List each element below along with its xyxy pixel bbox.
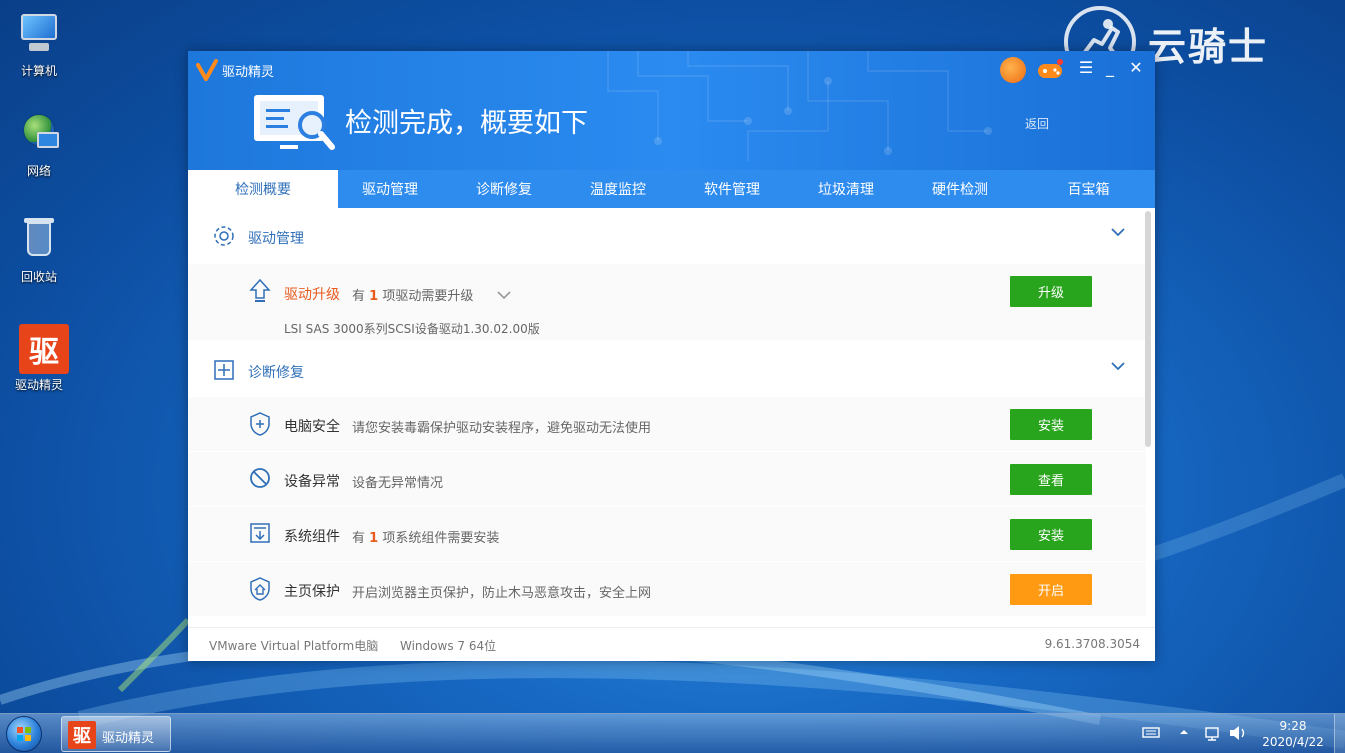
desc-suffix: 项系统组件需要安装	[382, 531, 500, 546]
desktop-icon-label: 网络	[26, 164, 51, 178]
tab-overview[interactable]: 检测概要	[188, 170, 338, 208]
desktop-icon-network[interactable]: 网络	[8, 110, 70, 179]
tab-bar: 检测概要 驱动管理 诊断修复 温度监控 软件管理 垃圾清理 硬件检测 百宝箱	[188, 170, 1155, 208]
desc-suffix: 项驱动需要升级	[382, 289, 474, 304]
desktop-icon-driver-genius[interactable]: 驱 驱动精灵	[8, 324, 70, 393]
desc-prefix: 有	[352, 531, 366, 546]
driver-detail: LSI SAS 3000系列SCSI设备驱动1.30.02.00版	[284, 322, 540, 336]
prohibited-icon	[248, 466, 272, 494]
clock-time: 9:28	[1279, 719, 1307, 733]
page-title: 检测完成，概要如下	[345, 108, 588, 139]
start-button-icon[interactable]	[6, 716, 42, 752]
pc-security-row: 电脑安全 请您安装毒霸保护驱动安装程序，避免驱动无法使用 安装	[188, 397, 1146, 451]
desktop-icon-computer[interactable]: 计算机	[8, 10, 70, 79]
driver-genius-window: 驱动精灵 ☰ _ ✕ 检测完成，概要如下 返回 检测概要 驱动管理 诊断修复 温…	[188, 51, 1155, 661]
device-anomaly-row: 设备异常 设备无异常情况 查看	[188, 452, 1146, 506]
tab-hardware[interactable]: 硬件检测	[898, 170, 1022, 208]
clock-date: 2020/4/22	[1262, 735, 1324, 749]
window-header: 驱动精灵 ☰ _ ✕ 检测完成，概要如下 返回	[188, 51, 1155, 170]
view-button[interactable]: 查看	[1010, 464, 1092, 495]
expand-chevron-icon[interactable]	[496, 286, 512, 305]
install-security-button[interactable]: 安装	[1010, 409, 1092, 440]
taskbar-item-driver-genius[interactable]: 驱 驱动精灵	[61, 716, 171, 752]
show-desktop-button[interactable]	[1334, 714, 1345, 753]
tab-temperature[interactable]: 温度监控	[566, 170, 670, 208]
app-version: 9.61.3708.3054	[1044, 637, 1140, 651]
desktop-icon-label: 驱动精灵	[14, 378, 63, 392]
network-tray-icon[interactable]	[1204, 724, 1222, 745]
pc-security-label: 电脑安全	[284, 419, 340, 435]
tab-toolbox[interactable]: 百宝箱	[1022, 170, 1155, 208]
section-title: 诊断修复	[248, 365, 304, 381]
scan-monitor-icon	[252, 93, 338, 157]
system-component-row: 系统组件 有 1 项系统组件需要安装 安装	[188, 507, 1146, 561]
tab-driver-management[interactable]: 驱动管理	[338, 170, 442, 208]
upgrade-button[interactable]: 升级	[1010, 276, 1092, 307]
driver-upgrade-row: 驱动升级 有 1 项驱动需要升级 LSI SAS 3000系列SCSI设备驱动1…	[188, 264, 1146, 340]
driver-upgrade-desc: 有 1 项驱动需要升级	[352, 285, 473, 304]
section-diagnose-header[interactable]: 诊断修复	[188, 342, 1146, 396]
desktop-icon-label: 计算机	[20, 64, 57, 78]
gear-icon	[212, 224, 236, 252]
scrollbar[interactable]	[1145, 211, 1151, 447]
app-logo: 驱动精灵	[196, 59, 275, 84]
chevron-down-icon[interactable]	[1110, 358, 1126, 377]
desc-prefix: 有	[352, 289, 366, 304]
driver-upgrade-label: 驱动升级	[284, 287, 340, 303]
system-clock[interactable]: 9:28 2020/4/22	[1258, 718, 1328, 750]
component-count: 1	[369, 531, 379, 546]
os-version: Windows 7 64位	[400, 639, 497, 653]
taskbar: 驱 驱动精灵 9:28 2020/4/22	[0, 713, 1345, 753]
menu-icon[interactable]: ☰	[1076, 57, 1096, 79]
tab-junk-clean[interactable]: 垃圾清理	[794, 170, 898, 208]
network-icon	[15, 110, 63, 158]
overview-content: 驱动管理 驱动升级 有 1 项驱动需要升级 LSI SAS 3000系列SCSI…	[188, 208, 1155, 621]
desktop-icon-label: 回收站	[20, 270, 57, 284]
status-footer: VMware Virtual Platform电脑 Windows 7 64位 …	[188, 627, 1155, 661]
back-link[interactable]: 返回	[1025, 115, 1049, 132]
diagnose-icon	[212, 358, 236, 386]
device-anomaly-desc: 设备无异常情况	[352, 476, 444, 491]
home-shield-icon	[248, 576, 272, 606]
section-driver-header[interactable]: 驱动管理	[188, 208, 1146, 262]
computer-icon	[15, 10, 63, 58]
driver-genius-icon: 驱	[19, 324, 69, 374]
machine-name: VMware Virtual Platform电脑	[209, 639, 379, 653]
recycle-bin-icon	[15, 216, 63, 264]
duba-icon[interactable]	[1000, 57, 1026, 83]
tab-diagnose-repair[interactable]: 诊断修复	[442, 170, 566, 208]
install-component-button[interactable]: 安装	[1010, 519, 1092, 550]
system-component-desc: 有 1 项系统组件需要安装	[352, 527, 499, 546]
section-title: 驱动管理	[248, 231, 304, 247]
tab-software[interactable]: 软件管理	[670, 170, 794, 208]
upgrade-arrow-icon	[248, 278, 272, 308]
taskbar-item-label: 驱动精灵	[102, 731, 155, 746]
watermark-text: 云骑士	[1148, 25, 1269, 69]
app-name: 驱动精灵	[222, 64, 275, 80]
download-box-icon	[248, 521, 272, 549]
enable-button[interactable]: 开启	[1010, 574, 1092, 605]
close-icon[interactable]: ✕	[1126, 57, 1146, 79]
game-controller-icon[interactable]	[1036, 57, 1063, 83]
device-anomaly-label: 设备异常	[284, 474, 340, 490]
driver-upgrade-count: 1	[369, 289, 379, 304]
homepage-protection-desc: 开启浏览器主页保护，防止木马恶意攻击，安全上网	[352, 586, 652, 601]
shield-icon	[248, 411, 272, 441]
homepage-protection-row: 主页保护 开启浏览器主页保护，防止木马恶意攻击，安全上网 开启	[188, 562, 1146, 616]
pc-security-desc: 请您安装毒霸保护驱动安装程序，避免驱动无法使用	[352, 421, 652, 436]
driver-genius-icon: 驱	[68, 721, 96, 749]
driver-genius-logo-icon	[196, 59, 218, 84]
keyboard-icon[interactable]	[1142, 724, 1160, 743]
homepage-protection-label: 主页保护	[284, 584, 340, 600]
volume-icon[interactable]	[1228, 724, 1248, 745]
tray-expand-icon[interactable]	[1178, 726, 1190, 741]
minimize-icon[interactable]: _	[1100, 57, 1120, 79]
system-component-label: 系统组件	[284, 529, 340, 545]
chevron-down-icon[interactable]	[1110, 224, 1126, 243]
desktop-icon-recycle-bin[interactable]: 回收站	[8, 216, 70, 285]
